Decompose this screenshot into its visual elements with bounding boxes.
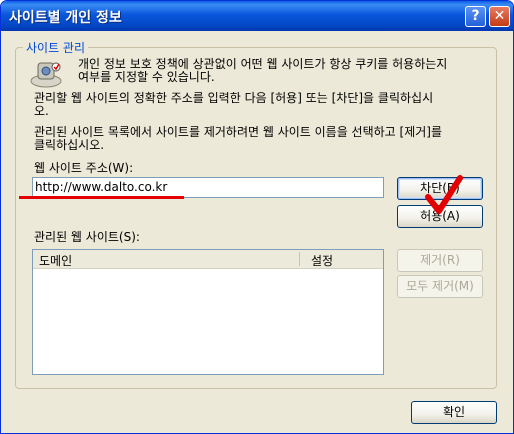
instruction-line-1: 관리할 웹 사이트의 정확한 주소를 입력한 다음 [허용] 또는 [차단]을 …	[34, 91, 434, 105]
remove-all-button[interactable]: 모두 제거(M)	[397, 275, 483, 298]
close-button[interactable]: ✕	[489, 6, 510, 27]
address-label: 웹 사이트 주소(W):	[34, 161, 134, 175]
group-title: 사이트 관리	[23, 39, 89, 56]
column-separator[interactable]	[299, 252, 300, 266]
dialog-window: 사이트별 개인 정보 ? ✕ 사이트 관리 개인 정보 보호 정책에 상관없이 …	[0, 0, 514, 434]
column-header-domain[interactable]: 도메인	[39, 252, 72, 269]
remove-line-2: 클릭하십시오.	[34, 138, 105, 152]
list-header: 도메인 설정	[33, 250, 383, 269]
privacy-settings-icon	[30, 62, 62, 88]
help-button[interactable]: ?	[465, 6, 486, 27]
info-line-1: 개인 정보 보호 정책에 상관없이 어떤 웹 사이트가 항상 쿠키를 허용하는지	[78, 57, 448, 71]
remove-line-1: 관리된 사이트 목록에서 사이트를 제거하려면 웹 사이트 이름을 선택하고 […	[34, 125, 443, 139]
title-bar[interactable]: 사이트별 개인 정보 ? ✕	[1, 1, 513, 31]
remove-button[interactable]: 제거(R)	[397, 249, 483, 272]
red-underline-annotation	[19, 196, 184, 199]
column-header-setting[interactable]: 설정	[311, 252, 333, 269]
red-checkmark-annotation	[425, 175, 463, 214]
ok-button[interactable]: 확인	[411, 401, 497, 424]
managed-sites-label: 관리된 웹 사이트(S):	[34, 230, 140, 244]
address-input[interactable]: http://www.dalto.co.kr	[32, 177, 384, 198]
info-line-2: 여부를 지정할 수 있습니다.	[78, 70, 215, 84]
managed-sites-list[interactable]: 도메인 설정	[32, 249, 384, 375]
instruction-line-2: 오.	[34, 104, 49, 118]
window-title: 사이트별 개인 정보	[9, 10, 122, 26]
